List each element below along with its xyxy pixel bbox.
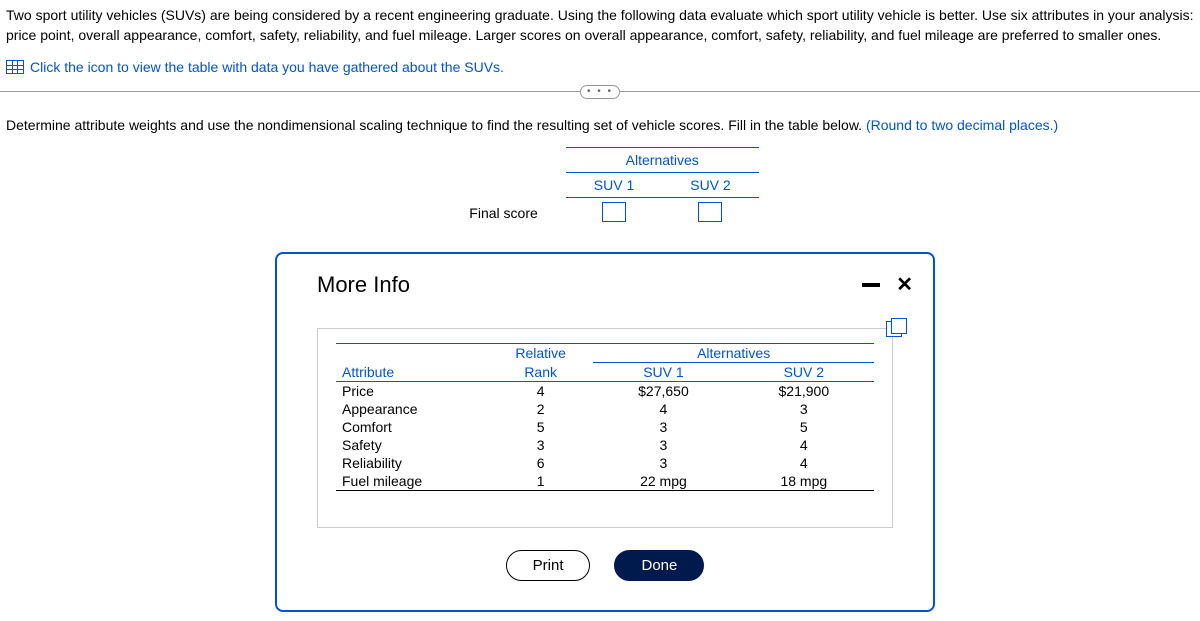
round-hint: (Round to two decimal places.) [866,117,1058,133]
more-info-modal: More Info ✕ Relative Alternatives Attrib… [275,252,935,612]
section-divider: • • • [0,91,1200,101]
modal-header: More Info ✕ [277,254,933,308]
ellipsis-pill[interactable]: • • • [580,85,620,99]
rank-header: Rank [488,363,593,382]
alternatives-header-modal: Alternatives [593,344,874,363]
modal-footer: Print Done [277,528,933,581]
table-icon[interactable] [6,60,24,74]
modal-title: More Info [317,272,410,298]
table-row: Safety 3 3 4 [336,436,874,454]
instruction-main: Determine attribute weights and use the … [6,117,866,133]
modal-body: Relative Alternatives Attribute Rank SUV… [317,328,893,528]
suv1-header: SUV 1 [566,173,662,198]
data-link-text[interactable]: Click the icon to view the table with da… [30,59,504,75]
table-row: Comfort 5 3 5 [336,418,874,436]
print-button[interactable]: Print [506,550,591,581]
data-table: Relative Alternatives Attribute Rank SUV… [336,343,874,491]
relative-header: Relative [488,344,593,363]
attribute-header: Attribute [336,363,488,382]
answer-table: Alternatives SUV 1 SUV 2 Final score [441,147,758,229]
table-row: Price 4 $27,650 $21,900 [336,382,874,401]
suv2-header: SUV 2 [662,173,758,198]
instruction-text: Determine attribute weights and use the … [0,117,1200,147]
suv1-score-input[interactable] [602,202,626,222]
question-text: Two sport utility vehicles (SUVs) are be… [0,0,1200,47]
minimize-icon[interactable] [862,283,880,287]
table-row: Appearance 2 4 3 [336,400,874,418]
copy-icon[interactable] [886,321,902,337]
alternatives-header: Alternatives [566,148,759,173]
suv2-score-input[interactable] [698,202,722,222]
done-button[interactable]: Done [614,550,704,581]
close-icon[interactable]: ✕ [896,275,913,295]
table-row: Fuel mileage 1 22 mpg 18 mpg [336,472,874,491]
table-row: Reliability 6 3 4 [336,454,874,472]
final-score-label: Final score [441,198,565,230]
suv1-header-modal: SUV 1 [593,363,733,382]
suv2-header-modal: SUV 2 [734,363,874,382]
